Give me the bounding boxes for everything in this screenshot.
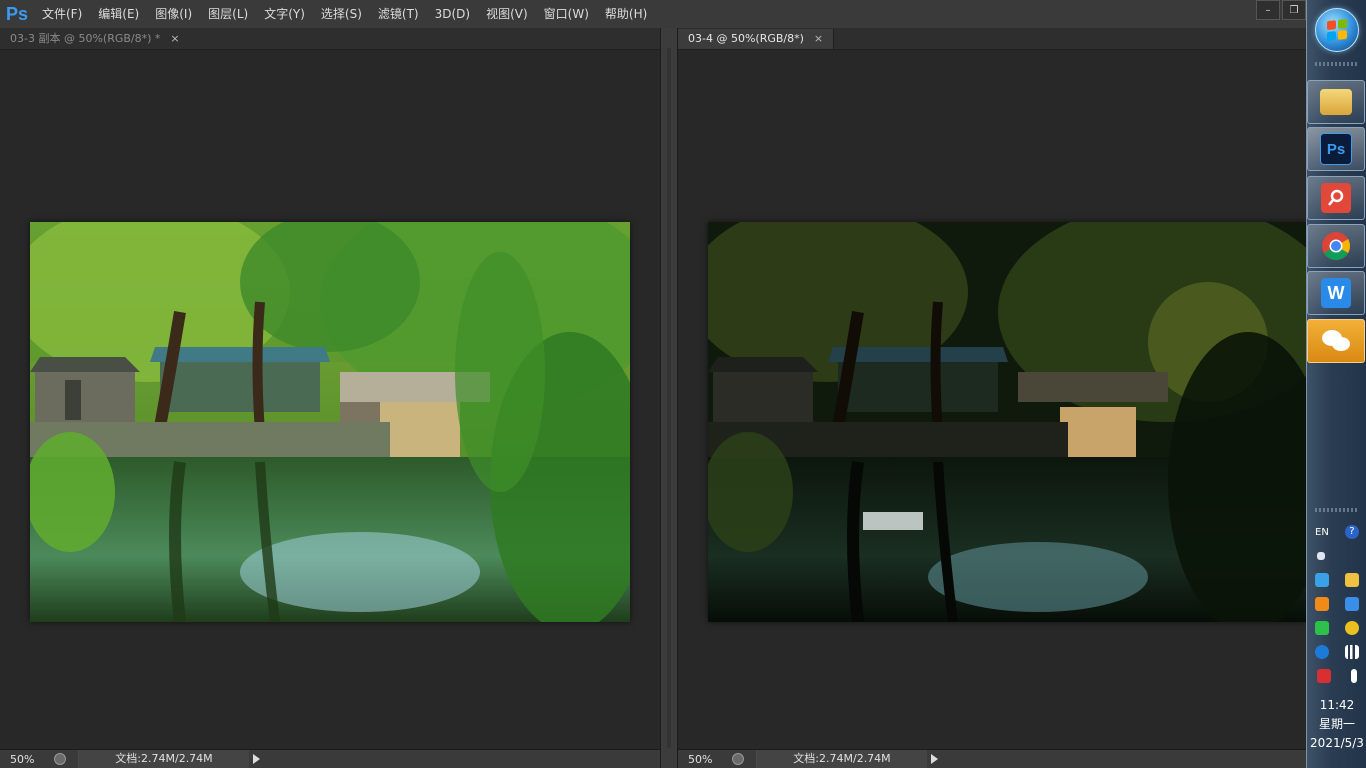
help-icon[interactable]: ?: [1344, 525, 1359, 539]
tray-window-icon[interactable]: [1345, 573, 1359, 587]
status-info-icon[interactable]: [54, 753, 66, 765]
menu-type[interactable]: 文字(Y): [256, 0, 313, 28]
clock[interactable]: 11:42 星期一 2021/5/3: [1307, 696, 1366, 753]
security-shield-icon[interactable]: [1315, 573, 1329, 587]
status-info-icon[interactable]: [732, 753, 744, 765]
doc-tab-title: 03-3 副本 @ 50%(RGB/8*) *: [10, 32, 161, 45]
photo-willow-bridge-bright-icon: [30, 222, 630, 622]
menu-help[interactable]: 帮助(H): [597, 0, 655, 28]
system-tray: EN ?: [1307, 520, 1366, 688]
menu-view[interactable]: 视图(V): [478, 0, 536, 28]
signal-icon[interactable]: [1345, 645, 1359, 659]
start-button[interactable]: [1315, 8, 1359, 52]
photo-willow-bridge-dark-icon: [708, 222, 1306, 622]
taskbar-app-wps-pdf[interactable]: [1307, 176, 1365, 220]
taskbar-app-wps-writer[interactable]: W: [1307, 271, 1365, 315]
menu-window[interactable]: 窗口(W): [536, 0, 597, 28]
tray-grip: [1315, 508, 1359, 512]
status-bar: 50% 文档:2.74M/2.74M: [0, 749, 660, 768]
wps-writer-icon: W: [1321, 278, 1351, 308]
tray-expand-icon[interactable]: [1316, 552, 1325, 560]
document-size: 文档:2.74M/2.74M: [756, 750, 927, 768]
taskbar-app-explorer[interactable]: [1307, 80, 1365, 124]
doc-tab[interactable]: 03-4 @ 50%(RGB/8*) ×: [678, 29, 835, 49]
close-icon[interactable]: ×: [814, 29, 823, 49]
taskbar: Ps W EN ? 11:42 星期一 2021/5/3: [1306, 0, 1366, 768]
document-splitter[interactable]: [660, 28, 678, 768]
document-image[interactable]: [708, 222, 1306, 622]
doc-tabbar: 03-3 副本 @ 50%(RGB/8*) * ×: [0, 28, 660, 50]
status-bar: 50% 文档:2.74M/2.74M: [678, 749, 1306, 768]
minimize-button[interactable]: –: [1256, 0, 1280, 20]
zoom-level[interactable]: 50%: [678, 753, 728, 766]
clock-weekday: 星期一: [1318, 717, 1355, 731]
taskbar-grip: [1315, 62, 1359, 66]
window-controls: – ❐: [1256, 0, 1306, 20]
zoom-level[interactable]: 50%: [0, 753, 50, 766]
wechat-icon: [1321, 326, 1351, 356]
menu-3d[interactable]: 3D(D): [427, 0, 478, 28]
usb-device-icon[interactable]: [1317, 669, 1331, 683]
document-image[interactable]: [30, 222, 630, 622]
canvas-area[interactable]: [0, 50, 660, 750]
language-indicator[interactable]: EN: [1315, 527, 1329, 538]
menu-image[interactable]: 图像(I): [147, 0, 200, 28]
wechat-tray-icon[interactable]: [1315, 621, 1329, 635]
cloud-sync-icon[interactable]: [1345, 597, 1359, 611]
menu-filter[interactable]: 滤镜(T): [370, 0, 427, 28]
taskbar-app-wechat[interactable]: [1307, 319, 1365, 363]
windows-flag-icon: [1327, 18, 1347, 42]
chrome-icon: [1321, 231, 1351, 261]
photoshop-icon: Ps: [1320, 133, 1352, 165]
splitter-grip: [667, 48, 671, 748]
doc-tab-title: 03-4 @ 50%(RGB/8*): [688, 32, 804, 45]
menu-select[interactable]: 选择(S): [313, 0, 370, 28]
antivirus-icon[interactable]: [1315, 597, 1329, 611]
wps-pdf-icon: [1321, 183, 1351, 213]
network-app-icon[interactable]: [1315, 645, 1329, 659]
status-menu-arrow-icon[interactable]: [931, 754, 938, 764]
file-explorer-icon: [1320, 89, 1352, 115]
menu-bar: Ps 文件(F) 编辑(E) 图像(I) 图层(L) 文字(Y) 选择(S) 滤…: [0, 0, 1306, 29]
taskbar-app-photoshop[interactable]: Ps: [1307, 127, 1365, 171]
menu-file[interactable]: 文件(F): [34, 0, 90, 28]
volume-icon[interactable]: [1351, 669, 1357, 683]
canvas-area[interactable]: [678, 50, 1306, 750]
taskbar-app-chrome[interactable]: [1307, 224, 1365, 268]
document-size: 文档:2.74M/2.74M: [78, 750, 249, 768]
menu-edit[interactable]: 编辑(E): [90, 0, 147, 28]
menu-layer[interactable]: 图层(L): [200, 0, 256, 28]
restore-button[interactable]: ❐: [1282, 0, 1306, 20]
close-icon[interactable]: ×: [170, 29, 179, 49]
status-menu-arrow-icon[interactable]: [253, 754, 260, 764]
tray-app-icon[interactable]: [1345, 621, 1359, 635]
clock-time: 11:42: [1319, 698, 1355, 712]
document-window-right: 03-4 @ 50%(RGB/8*) × 50% 文档:2.74M/2.74M: [678, 28, 1306, 768]
photoshop-logo[interactable]: Ps: [0, 0, 34, 28]
clock-date: 2021/5/3: [1310, 736, 1364, 750]
document-window-left: 03-3 副本 @ 50%(RGB/8*) * × 50% 文档:2.74M/2…: [0, 28, 660, 768]
doc-tab[interactable]: 03-3 副本 @ 50%(RGB/8*) * ×: [0, 29, 190, 49]
doc-tabbar: 03-4 @ 50%(RGB/8*) ×: [678, 28, 1306, 50]
